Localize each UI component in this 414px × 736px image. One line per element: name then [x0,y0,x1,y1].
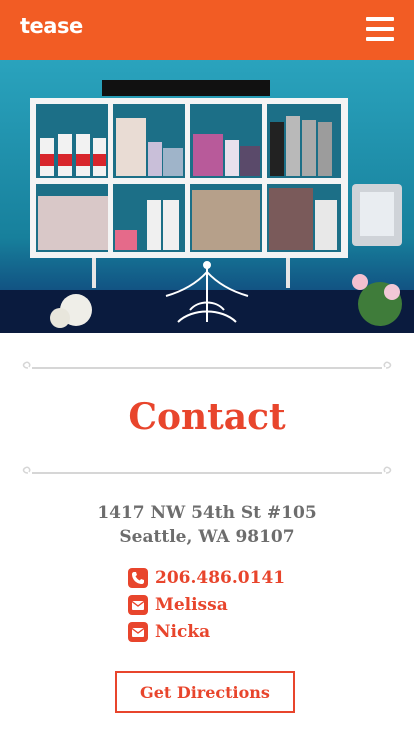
site-logo[interactable]: tease [20,14,83,38]
address-line-1: 1417 NW 54th St #105 [97,503,317,523]
phone-link[interactable]: 206.486.0141 [155,568,285,588]
email-contact-nicka[interactable]: Nicka [128,621,210,643]
email-link-nicka[interactable]: Nicka [155,622,210,642]
address-line-2: Seattle, WA 98107 [119,527,295,547]
get-directions-button[interactable]: Get Directions [115,671,295,713]
email-link-melissa[interactable]: Melissa [155,595,228,615]
phone-icon [128,568,148,588]
decorative-divider [22,466,392,474]
phone-contact[interactable]: 206.486.0141 [128,567,285,589]
hamburger-menu-icon[interactable] [366,17,394,41]
hero-image [0,60,414,333]
page-title: Contact [128,396,286,438]
envelope-icon [128,622,148,642]
site-header: tease [0,0,414,60]
decorative-divider [22,361,392,369]
envelope-icon [128,595,148,615]
email-contact-melissa[interactable]: Melissa [128,594,228,616]
